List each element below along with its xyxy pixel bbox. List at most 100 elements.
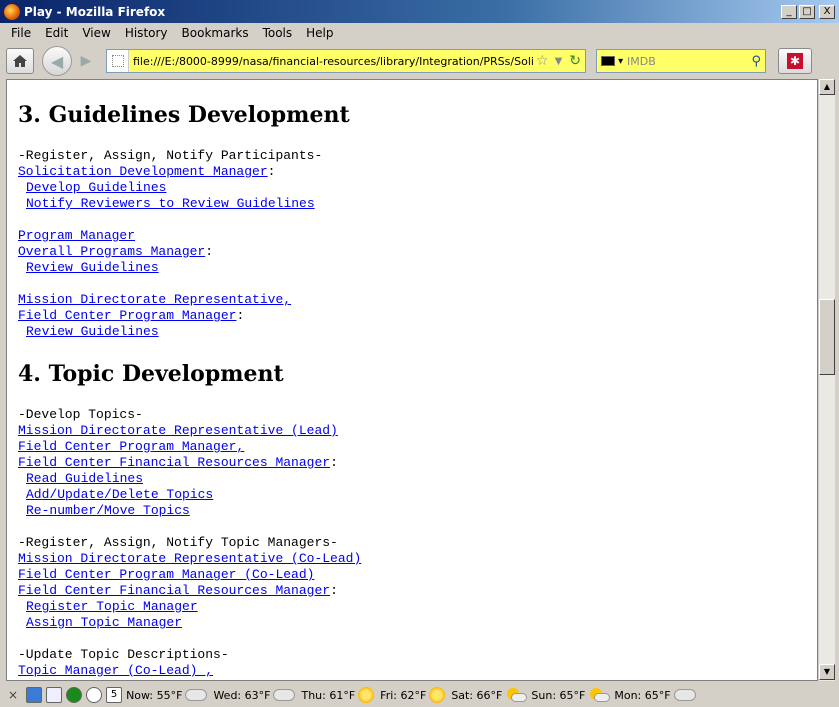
link-mdr-colead[interactable]: Mission Directorate Representative (Co-L… [18,551,361,566]
status-bar: × 5 Now: 55°F Wed: 63°F Thu: 61°F Fri: 6… [0,683,839,707]
weather-fri[interactable]: Fri: 62°F [380,687,446,703]
weather-sun[interactable]: Sun: 65°F [531,688,611,702]
link-field-center-financial-resources-manager[interactable]: Field Center Financial Resources Manager [18,583,330,598]
step-register-topic-managers: -Register, Assign, Notify Topic Managers… [18,535,338,550]
search-engine-icon[interactable]: ▾ [597,55,627,67]
link-renumber-move-topics[interactable]: Re-number/Move Topics [26,503,190,518]
weather-thu[interactable]: Thu: 61°F [301,687,375,703]
weather-sat[interactable]: Sat: 66°F [451,688,528,702]
address-bar[interactable]: file:///E:/8000-8999/nasa/financial-reso… [106,49,586,73]
action-line: Register Topic Manager [26,599,198,615]
home-icon [13,55,27,67]
role-line: Solicitation Development Manager: [18,164,276,179]
action-line: Review Guidelines [26,260,159,276]
action-line: Assign Topic Manager [26,615,182,631]
role-line: Program Manager [18,228,135,244]
role-line: Field Center Financial Resources Manager… [18,455,338,470]
role-line: Field Center Program Manager, [18,439,244,455]
addon-icon: ✱ [787,53,803,69]
scrollbar-thumb[interactable] [819,299,835,375]
forward-button[interactable]: ▶ [74,49,98,73]
close-button[interactable]: X [819,4,835,19]
close-addon-bar-icon[interactable]: × [8,688,18,702]
menu-bar: File Edit View History Bookmarks Tools H… [0,23,839,43]
link-overall-programs-manager[interactable]: Overall Programs Manager [18,244,205,259]
clock-icon[interactable] [86,687,103,703]
search-input[interactable]: IMDB [627,55,747,68]
link-review-guidelines[interactable]: Review Guidelines [26,324,159,339]
link-mission-directorate-representative[interactable]: Mission Directorate Representative, [18,292,291,307]
back-button[interactable]: ◀ [42,46,72,76]
link-review-guidelines[interactable]: Review Guidelines [26,260,159,275]
action-line: Review Guidelines [26,324,159,340]
action-line: Develop Guidelines [26,180,166,196]
link-assign-topic-manager[interactable]: Assign Topic Manager [26,615,182,630]
weather-now[interactable]: Now: 55°F [126,689,208,702]
scroll-up-icon[interactable]: ▲ [819,79,835,95]
link-topic-manager-colead[interactable]: Topic Manager (Co-Lead) , [18,663,213,678]
weather-mon[interactable]: Mon: 65°F [614,689,696,702]
search-bar[interactable]: ▾ IMDB ⚲ [596,49,766,73]
url-input[interactable]: file:///E:/8000-8999/nasa/financial-reso… [129,55,533,68]
action-line: Read Guidelines [26,471,143,487]
sun-icon [358,687,375,703]
partly-cloudy-icon [588,688,611,702]
vertical-scrollbar[interactable]: ▲ ▼ [818,79,835,681]
link-notify-reviewers[interactable]: Notify Reviewers to Review Guidelines [26,196,315,211]
menu-help[interactable]: Help [299,26,340,40]
back-forward-group: ◀ ▶ [42,46,98,76]
calendar-icon[interactable]: 5 [106,687,123,703]
step-update-topic-descriptions: -Update Topic Descriptions- [18,647,229,662]
link-program-manager[interactable]: Program Manager [18,228,135,243]
reload-icon[interactable]: ↻ [565,53,585,69]
cloud-icon [273,689,296,701]
link-field-center-program-manager[interactable]: Field Center Program Manager [18,308,236,323]
weather-wed[interactable]: Wed: 63°F [213,689,296,702]
role-line: Field Center Financial Resources Manager… [18,583,338,598]
maximize-button[interactable]: □ [799,4,815,19]
link-mdr-lead[interactable]: Mission Directorate Representative (Lead… [18,423,338,438]
site-identity-icon[interactable] [107,50,129,72]
step-develop-topics: -Develop Topics- [18,407,143,422]
menu-history[interactable]: History [118,26,175,40]
role-line: Overall Programs Manager: [18,244,214,259]
link-field-center-financial-resources-manager[interactable]: Field Center Financial Resources Manager [18,455,330,470]
forward-arrow-icon: ▶ [80,53,92,69]
link-add-update-delete-topics[interactable]: Add/Update/Delete Topics [26,487,213,502]
home-button[interactable] [6,48,34,74]
sp-icon[interactable] [46,687,63,703]
role-line: Topic Manager (Co-Lead) , [18,663,213,679]
link-fcpm-colead[interactable]: Field Center Program Manager (Co-Lead) [18,567,314,582]
menu-view[interactable]: View [75,26,117,40]
addon-button[interactable]: ✱ [778,48,812,74]
link-develop-guidelines[interactable]: Develop Guidelines [26,180,166,195]
window-title: Play - Mozilla Firefox [24,4,166,19]
firefox-icon [4,3,20,20]
link-field-center-program-manager[interactable]: Field Center Program Manager, [18,439,244,454]
page-content: 3. Guidelines Development -Register, Ass… [6,79,818,681]
action-line: Re-number/Move Topics [26,503,190,519]
menu-file[interactable]: File [4,26,38,40]
cloud-icon [185,689,208,701]
back-arrow-icon: ◀ [50,51,64,71]
link-register-topic-manager[interactable]: Register Topic Manager [26,599,198,614]
bookmark-star-icon[interactable]: ☆ [533,53,552,69]
status-green-icon[interactable] [66,687,83,703]
menu-tools[interactable]: Tools [256,26,300,40]
action-line: Notify Reviewers to Review Guidelines [26,196,315,212]
addon-x-icon[interactable] [26,687,43,703]
link-solicitation-development-manager[interactable]: Solicitation Development Manager [18,164,268,179]
role-line: Field Center Program Manager: [18,308,245,323]
cloud-icon [673,689,696,701]
url-dropdown-icon[interactable]: ▼ [552,56,566,67]
partly-cloudy-icon [505,688,528,702]
menu-bookmarks[interactable]: Bookmarks [175,26,256,40]
minimize-button[interactable]: _ [781,4,797,19]
navigation-toolbar: ◀ ▶ file:///E:/8000-8999/nasa/financial-… [0,43,839,79]
scroll-down-icon[interactable]: ▼ [819,664,835,680]
section-heading-guidelines: 3. Guidelines Development [18,102,350,128]
role-line: Mission Directorate Representative (Co-L… [18,551,361,567]
menu-edit[interactable]: Edit [38,26,75,40]
link-read-guidelines[interactable]: Read Guidelines [26,471,143,486]
search-icon[interactable]: ⚲ [747,54,765,69]
